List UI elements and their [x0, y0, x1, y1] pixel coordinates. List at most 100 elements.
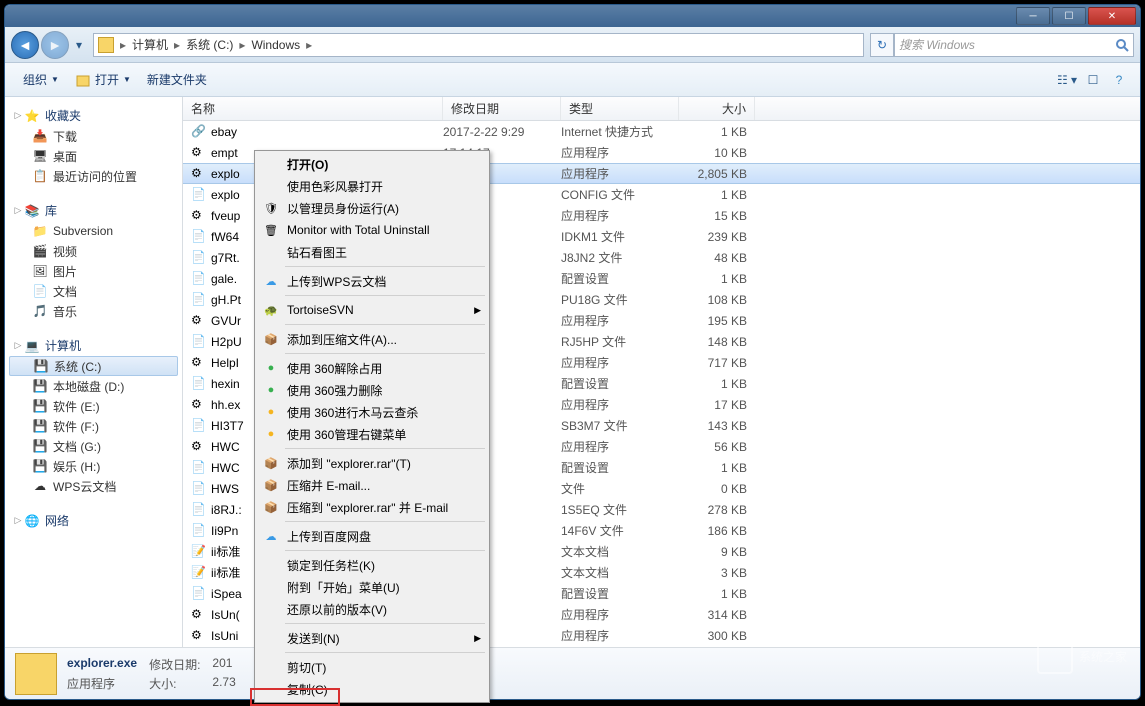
file-size: 9 KB [679, 545, 755, 559]
file-type: 应用程序 [561, 606, 679, 623]
cm-open[interactable]: 打开(O) [257, 153, 487, 175]
library-icon: 📚 [23, 203, 41, 219]
sidebar-item-drive-c[interactable]: 💾系统 (C:) [9, 356, 178, 376]
cm-add-rar[interactable]: 📦添加到 "explorer.rar"(T) [257, 452, 487, 474]
cm-360-unlock[interactable]: ●使用 360解除占用 [257, 357, 487, 379]
file-type: SB3M7 文件 [561, 417, 679, 434]
sidebar-item-drive-g[interactable]: 💾文档 (G:) [9, 436, 178, 456]
360-icon: ● [262, 403, 280, 421]
cm-copy[interactable]: 复制(C) [257, 678, 487, 700]
file-size: 195 KB [679, 314, 755, 328]
open-button[interactable]: 打开▼ [67, 68, 139, 92]
sidebar-item-wps-cloud[interactable]: ☁WPS云文档 [9, 476, 178, 496]
file-size: 3 KB [679, 566, 755, 580]
chevron-right-icon[interactable]: ▸ [304, 38, 314, 52]
network-icon: 🌐 [23, 513, 41, 529]
file-size: 108 KB [679, 293, 755, 307]
help-button[interactable]: ? [1108, 69, 1130, 91]
new-folder-button[interactable]: 新建文件夹 [139, 68, 215, 92]
file-icon: 📄 [191, 250, 207, 266]
column-name[interactable]: 名称 [183, 97, 443, 120]
file-icon: 📄 [191, 523, 207, 539]
search-input[interactable]: 搜索 Windows [894, 33, 1134, 57]
file-icon: 📄 [191, 187, 207, 203]
cm-color-storm[interactable]: 使用色彩风暴打开 [257, 175, 487, 197]
cm-compress-email[interactable]: 📦压缩并 E-mail... [257, 474, 487, 496]
details-pane: explorer.exe 修改日期: 201 应用程序 大小: 2.73 [5, 647, 1140, 699]
sidebar-network[interactable]: ▷🌐网络 [9, 510, 178, 531]
cm-send-to[interactable]: 发送到(N)▶ [257, 627, 487, 649]
column-size[interactable]: 大小 [679, 97, 755, 120]
cm-run-admin[interactable]: 🛡以管理员身份运行(A) [257, 197, 487, 219]
document-icon: 📄 [31, 283, 49, 299]
sidebar-item-subversion[interactable]: 📁Subversion [9, 221, 178, 241]
view-options-button[interactable]: ☷ ▾ [1056, 69, 1078, 91]
cm-pin-taskbar[interactable]: 锁定到任务栏(K) [257, 554, 487, 576]
chevron-right-icon[interactable]: ▸ [118, 38, 128, 52]
shield-icon: 🛡 [262, 199, 280, 217]
sidebar-computer[interactable]: ▷💻计算机 [9, 335, 178, 356]
file-size: 1 KB [679, 125, 755, 139]
file-date: 2017-2-22 9:29 [443, 125, 561, 139]
cm-monitor-uninstall[interactable]: 🗑Monitor with Total Uninstall [257, 219, 487, 241]
sidebar-item-music[interactable]: 🎵音乐 [9, 301, 178, 321]
chevron-right-icon[interactable]: ▸ [172, 38, 182, 52]
cm-rar-email[interactable]: 📦压缩到 "explorer.rar" 并 E-mail [257, 496, 487, 518]
cm-baidu-upload[interactable]: ☁上传到百度网盘 [257, 525, 487, 547]
crumb-folder[interactable]: Windows [247, 38, 304, 52]
refresh-button[interactable]: ↻ [870, 33, 894, 57]
chevron-right-icon[interactable]: ▸ [237, 38, 247, 52]
sidebar-item-pictures[interactable]: 🖼图片 [9, 261, 178, 281]
file-icon: ⚙ [191, 628, 207, 644]
minimize-button[interactable]: ─ [1016, 7, 1050, 25]
sidebar-item-drive-f[interactable]: 💾软件 (F:) [9, 416, 178, 436]
details-date-label: 修改日期: [149, 656, 200, 673]
close-button[interactable]: ✕ [1088, 7, 1136, 25]
file-icon: 📝 [191, 544, 207, 560]
sidebar-item-drive-d[interactable]: 💾本地磁盘 (D:) [9, 376, 178, 396]
breadcrumb[interactable]: ▸ 计算机 ▸ 系统 (C:) ▸ Windows ▸ [93, 33, 864, 57]
maximize-button[interactable]: ☐ [1052, 7, 1086, 25]
file-type: J8JN2 文件 [561, 249, 679, 266]
forward-button[interactable]: ► [41, 31, 69, 59]
file-size: 17 KB [679, 398, 755, 412]
column-date[interactable]: 修改日期 [443, 97, 561, 120]
360-icon: ● [262, 359, 280, 377]
sidebar-item-drive-h[interactable]: 💾娱乐 (H:) [9, 456, 178, 476]
sidebar-item-videos[interactable]: 🎬视频 [9, 241, 178, 261]
sidebar-item-recent[interactable]: 📋最近访问的位置 [9, 166, 178, 186]
file-name: ebay [211, 125, 443, 139]
history-dropdown[interactable]: ▾ [71, 38, 87, 52]
crumb-computer[interactable]: 计算机 [128, 36, 172, 53]
cm-360-menu[interactable]: ●使用 360管理右键菜单 [257, 423, 487, 445]
sidebar-favorites[interactable]: ▷⭐收藏夹 [9, 105, 178, 126]
file-size: 15 KB [679, 209, 755, 223]
cm-pin-start[interactable]: 附到「开始」菜单(U) [257, 576, 487, 598]
sidebar-item-drive-e[interactable]: 💾软件 (E:) [9, 396, 178, 416]
computer-icon: 💻 [23, 338, 41, 354]
organize-button[interactable]: 组织▼ [15, 68, 67, 92]
file-row[interactable]: 🔗ebay2017-2-22 9:29Internet 快捷方式1 KB [183, 121, 1140, 142]
cm-360-force-delete[interactable]: ●使用 360强力删除 [257, 379, 487, 401]
picture-icon: 🖼 [31, 263, 49, 279]
file-type: Internet 快捷方式 [561, 123, 679, 140]
back-button[interactable]: ◄ [11, 31, 39, 59]
cm-restore[interactable]: 还原以前的版本(V) [257, 598, 487, 620]
titlebar: ─ ☐ ✕ [5, 5, 1140, 27]
cm-diamond[interactable]: 钻石看图王 [257, 241, 487, 263]
preview-pane-button[interactable]: ☐ [1082, 69, 1104, 91]
cm-cut[interactable]: 剪切(T) [257, 656, 487, 678]
cm-360-trojan-scan[interactable]: ●使用 360进行木马云查杀 [257, 401, 487, 423]
cm-tortoisesvn[interactable]: 🐢TortoiseSVN▶ [257, 299, 487, 321]
cm-add-archive[interactable]: 📦添加到压缩文件(A)... [257, 328, 487, 350]
file-type: 14F6V 文件 [561, 522, 679, 539]
cm-wps-upload[interactable]: ☁上传到WPS云文档 [257, 270, 487, 292]
file-icon: ⚙ [191, 439, 207, 455]
sidebar-item-downloads[interactable]: 📥下载 [9, 126, 178, 146]
file-icon: 📄 [191, 334, 207, 350]
sidebar-item-documents[interactable]: 📄文档 [9, 281, 178, 301]
sidebar-libraries[interactable]: ▷📚库 [9, 200, 178, 221]
crumb-drive[interactable]: 系统 (C:) [182, 36, 237, 53]
sidebar-item-desktop[interactable]: 🖥桌面 [9, 146, 178, 166]
column-type[interactable]: 类型 [561, 97, 679, 120]
